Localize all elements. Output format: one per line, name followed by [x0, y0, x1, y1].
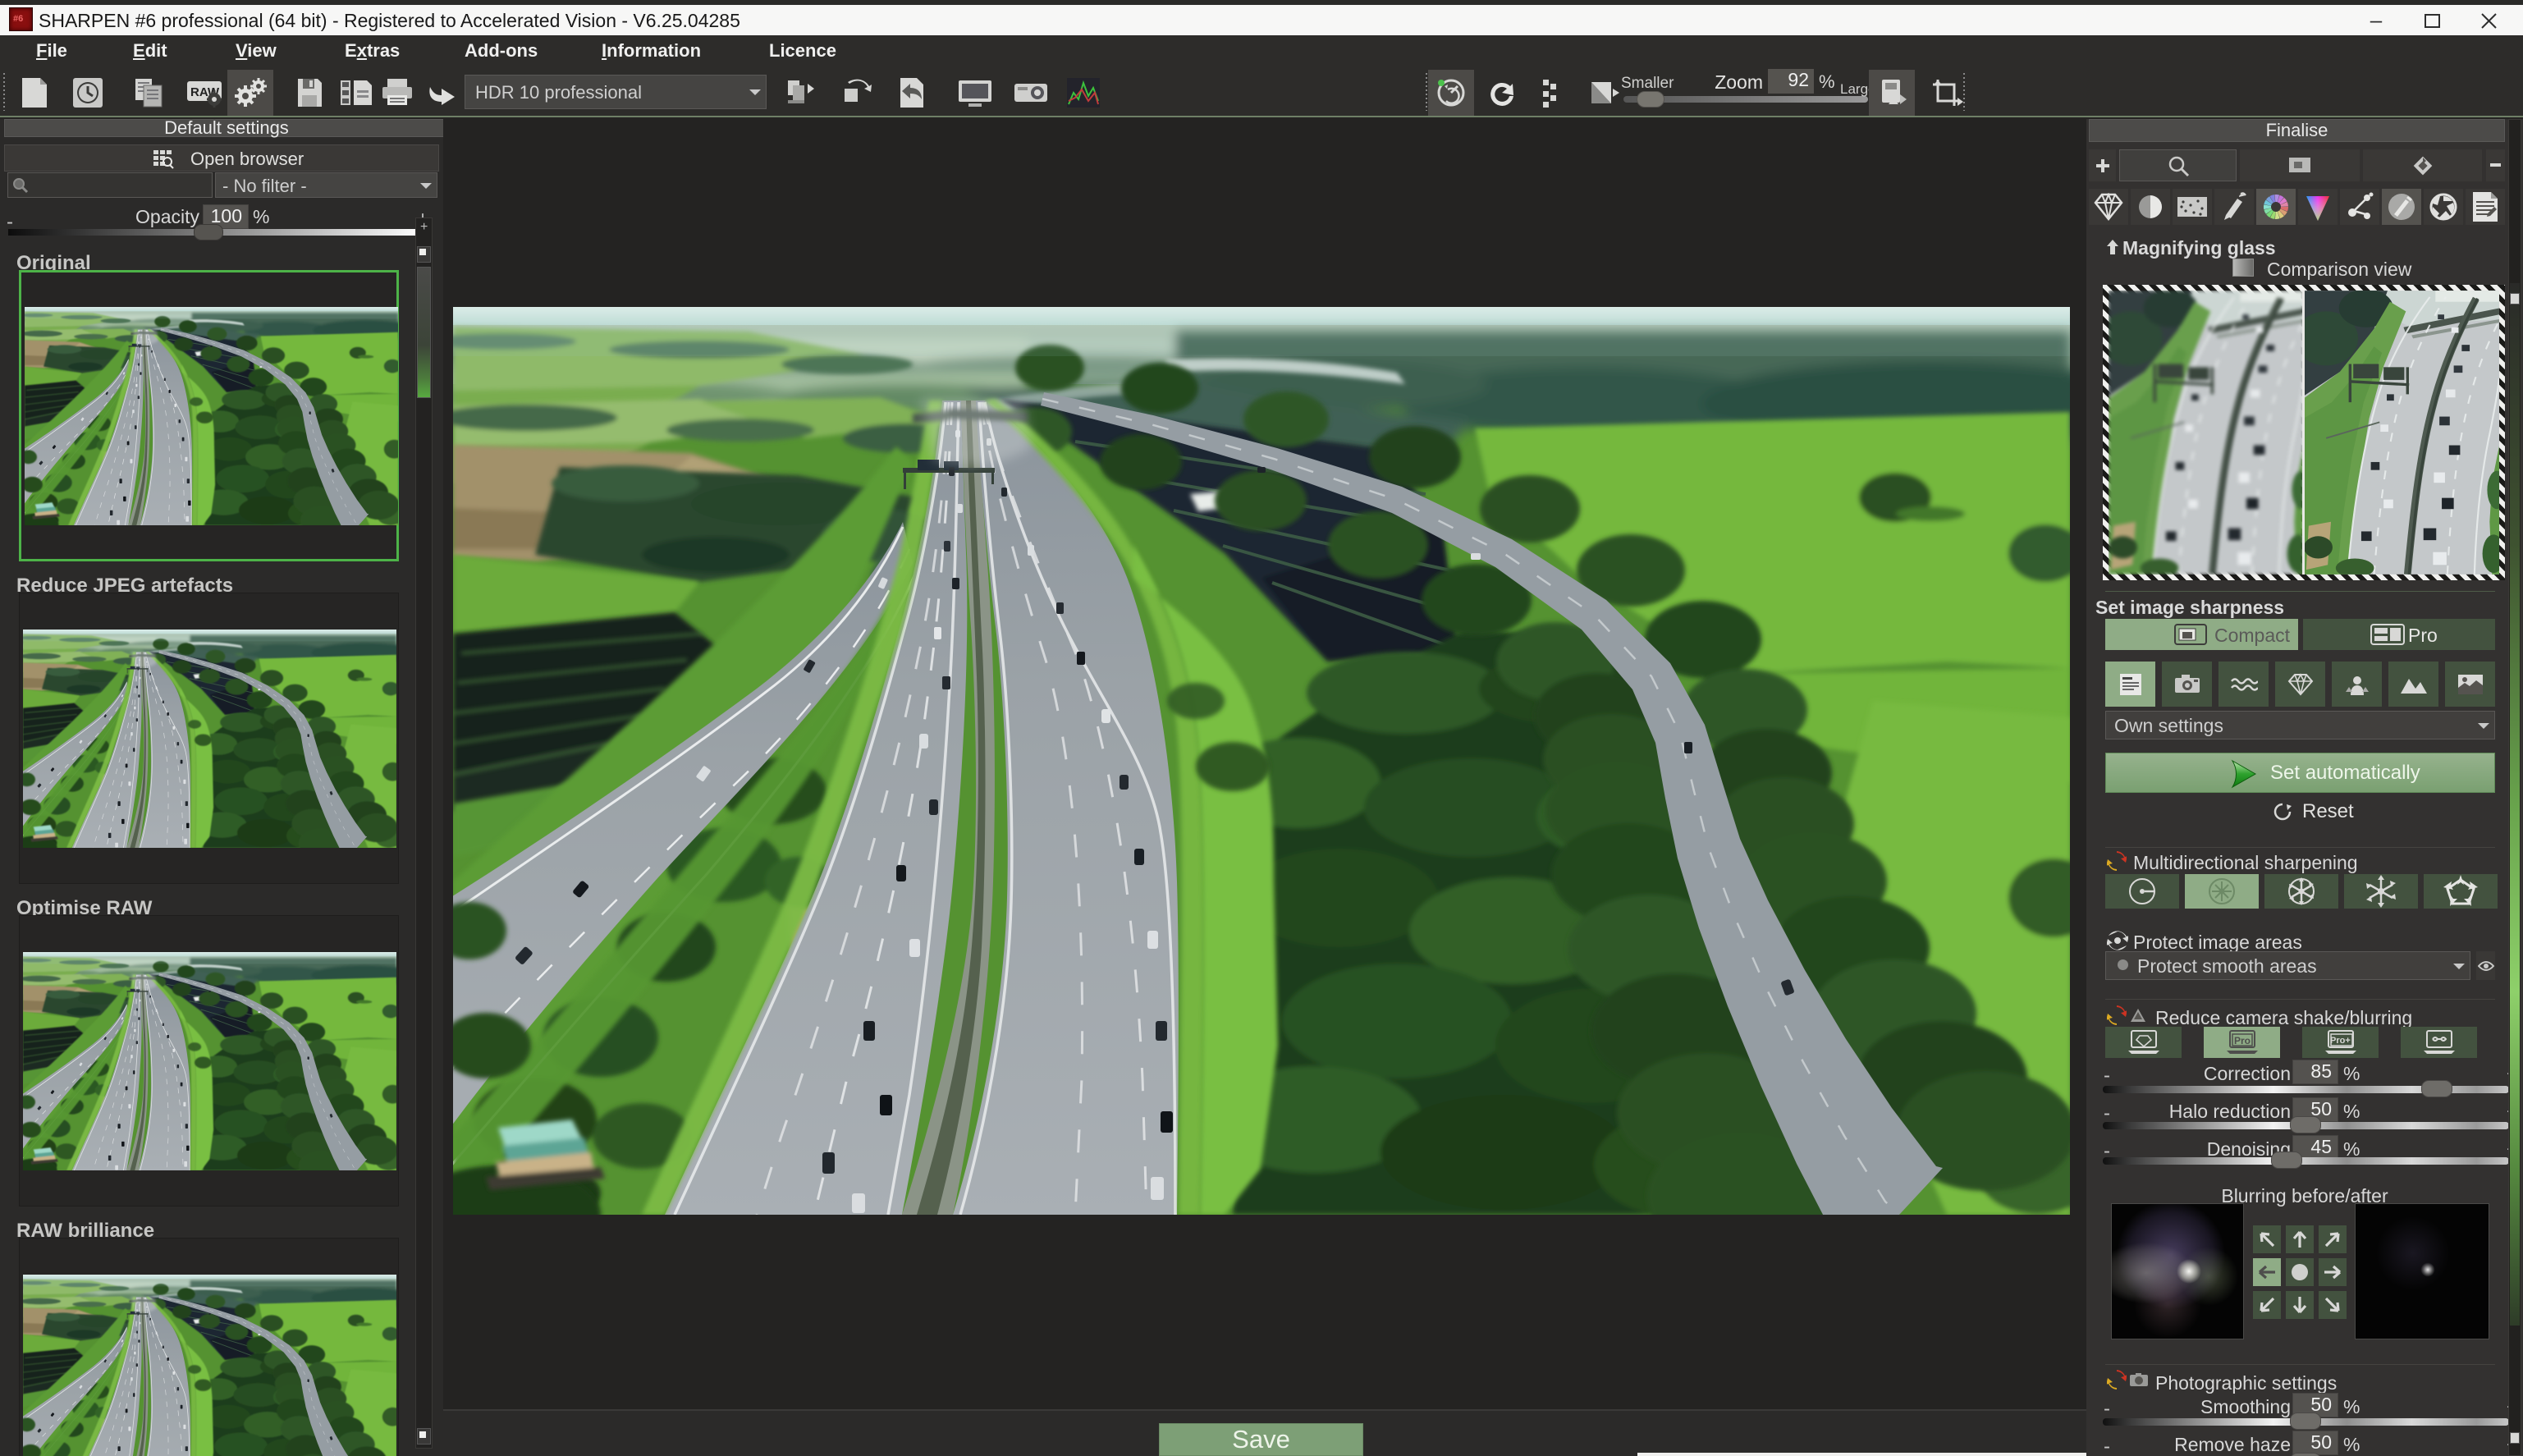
- svg-text:Pro: Pro: [2234, 1035, 2251, 1046]
- svg-text:Pro+: Pro+: [2330, 1036, 2351, 1046]
